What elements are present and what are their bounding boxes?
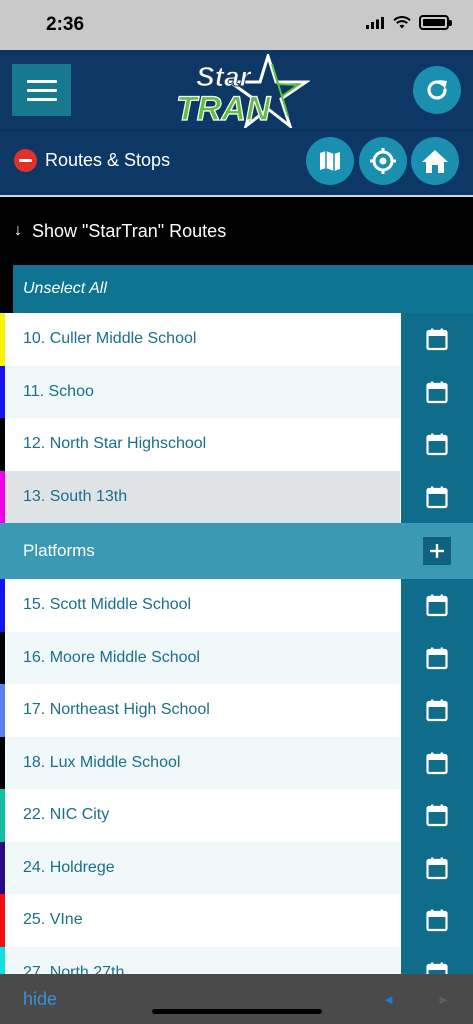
calendar-icon (426, 804, 448, 827)
refresh-icon (427, 80, 447, 100)
route-color-strip (0, 841, 5, 894)
routes-list: 10. Culler Middle School 11. Schoo 12. N… (0, 313, 473, 999)
schedule-button[interactable] (400, 631, 473, 684)
status-icons (366, 15, 452, 30)
status-time: 2:36 (46, 14, 85, 35)
hamburger-icon (26, 79, 57, 83)
calendar-icon (426, 909, 448, 932)
schedule-button[interactable] (400, 736, 473, 789)
battery-icon (419, 15, 452, 30)
calendar-icon (426, 433, 448, 456)
plus-icon (430, 544, 444, 558)
calendar-icon (426, 486, 448, 508)
calendar-icon (426, 328, 448, 351)
route-color-strip (0, 365, 5, 418)
startran-logo: Star TRAN (175, 54, 310, 128)
calendar-icon (426, 381, 448, 403)
route-color-strip (0, 894, 5, 947)
calendar-icon (426, 699, 448, 722)
platforms-row[interactable]: Platforms (0, 523, 473, 579)
route-row[interactable]: 16. Moore Middle School (0, 631, 473, 684)
route-row[interactable]: 15. Scott Middle School (0, 579, 473, 632)
route-row[interactable]: 17. Northeast High School (0, 684, 473, 737)
schedule-button[interactable] (400, 313, 473, 366)
route-row[interactable]: 13. South 13th (0, 470, 473, 523)
schedule-button[interactable] (400, 470, 473, 523)
calendar-icon (426, 647, 448, 669)
route-row[interactable]: 18. Lux Middle School (0, 736, 473, 789)
route-color-strip (0, 684, 5, 737)
locate-button[interactable] (359, 137, 407, 185)
unselect-all-button[interactable]: Unselect All (0, 265, 473, 313)
top-nav-bar: Star TRAN (0, 50, 473, 130)
routes-stops-title: Routes & Stops (45, 150, 171, 170)
route-color-strip (0, 736, 5, 789)
calendar-icon (426, 594, 448, 617)
route-row[interactable]: 10. Culler Middle School (0, 313, 473, 366)
map-icon (320, 151, 340, 171)
crosshair-icon (370, 148, 396, 174)
route-color-strip (0, 631, 5, 684)
route-row[interactable]: 25. VIne (0, 894, 473, 947)
route-row[interactable]: 11. Schoo (0, 365, 473, 418)
home-icon (422, 150, 448, 173)
home-button[interactable] (411, 137, 459, 185)
wifi-icon (393, 16, 411, 29)
next-arrow-icon[interactable]: ► (437, 992, 450, 1007)
map-button[interactable] (306, 137, 354, 185)
show-routes-toggle[interactable]: ↓ Show "StarTran" Routes (0, 197, 473, 265)
route-color-strip (0, 313, 5, 366)
signal-icon (366, 16, 384, 29)
refresh-button[interactable] (413, 66, 461, 114)
hide-button[interactable]: hide (23, 989, 57, 1010)
schedule-button[interactable] (400, 894, 473, 947)
route-row[interactable]: 12. North Star Highschool (0, 418, 473, 471)
svg-text:TRAN: TRAN (176, 90, 272, 128)
schedule-button[interactable] (400, 789, 473, 842)
route-color-strip (0, 579, 5, 632)
collapse-minus-icon[interactable] (14, 149, 37, 172)
show-routes-label: Show "StarTran" Routes (32, 220, 227, 241)
prev-arrow-icon[interactable]: ◄ (382, 992, 395, 1007)
menu-button[interactable] (12, 64, 71, 116)
status-bar: 2:36 (0, 0, 473, 50)
routes-stops-bar: Routes & Stops (0, 130, 473, 195)
route-color-strip (0, 470, 5, 523)
arrow-down-icon: ↓ (14, 222, 22, 239)
bottom-toolbar: hide ◄ ► (0, 974, 473, 1024)
route-row[interactable]: 24. Holdrege (0, 841, 473, 894)
schedule-button[interactable] (400, 684, 473, 737)
route-row[interactable]: 22. NIC City (0, 789, 473, 842)
route-color-strip (0, 789, 5, 842)
schedule-button[interactable] (400, 841, 473, 894)
expand-plus-button[interactable] (423, 537, 451, 565)
schedule-button[interactable] (400, 579, 473, 632)
calendar-icon (426, 752, 448, 774)
platforms-label: Platforms (23, 541, 95, 560)
schedule-button[interactable] (400, 418, 473, 471)
svg-text:Star: Star (196, 61, 253, 92)
schedule-button[interactable] (400, 365, 473, 418)
home-indicator (152, 1009, 322, 1014)
route-color-strip (0, 418, 5, 471)
calendar-icon (426, 857, 448, 879)
